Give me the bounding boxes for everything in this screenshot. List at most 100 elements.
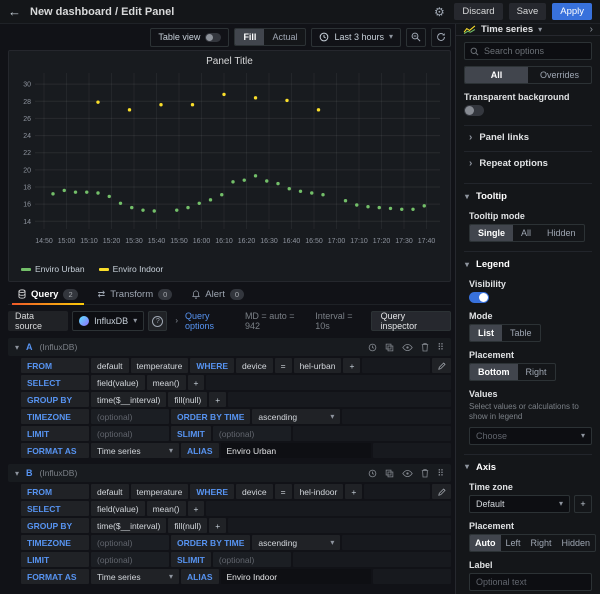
datasource-help-button[interactable]: ? xyxy=(148,311,167,331)
hide-query-icon[interactable] xyxy=(402,470,413,477)
add-part-button[interactable]: + xyxy=(188,501,205,516)
select-ascending[interactable]: ascending▾ xyxy=(252,535,340,550)
option-auto[interactable]: Auto xyxy=(470,535,501,551)
keyword-alias[interactable]: ALIAS xyxy=(181,443,219,458)
save-button[interactable]: Save xyxy=(509,3,547,20)
option-right[interactable]: Right xyxy=(518,364,555,380)
option-actual[interactable]: Actual xyxy=(264,29,305,45)
option-table[interactable]: Table xyxy=(502,325,540,341)
query-history-icon[interactable] xyxy=(368,469,377,478)
optional-input[interactable]: (optional) xyxy=(91,552,169,567)
optional-input[interactable]: (optional) xyxy=(213,552,291,567)
visualization-picker[interactable]: Time series ▾ › xyxy=(456,24,600,36)
legend-item-enviro-urban[interactable]: Enviro Urban xyxy=(21,264,85,274)
apply-button[interactable]: Apply xyxy=(552,3,592,20)
time-range-picker[interactable]: Last 3 hours ▾ xyxy=(311,28,401,47)
value-field-value[interactable]: field(value) xyxy=(91,375,145,390)
tab-all[interactable]: All xyxy=(465,67,528,83)
add-part-button[interactable]: + xyxy=(209,392,226,407)
refresh-button[interactable] xyxy=(431,28,451,47)
value-default[interactable]: default xyxy=(91,484,129,499)
chevron-right-icon[interactable]: › xyxy=(590,24,593,35)
option-bottom[interactable]: Bottom xyxy=(470,364,518,380)
keyword-where[interactable]: WHERE xyxy=(190,484,234,499)
axis-section-header[interactable]: ▾ Axis xyxy=(464,454,592,474)
value-temperature[interactable]: temperature xyxy=(131,484,189,499)
value-time-interval[interactable]: time($__interval) xyxy=(91,392,166,407)
value-field-value[interactable]: field(value) xyxy=(91,501,145,516)
keyword-slimit[interactable]: SLIMIT xyxy=(171,552,211,567)
discard-button[interactable]: Discard xyxy=(454,3,502,20)
value-mean[interactable]: mean() xyxy=(147,501,186,516)
value-hel-urban[interactable]: hel-urban xyxy=(294,358,342,373)
select-time-series[interactable]: Time series▾ xyxy=(91,569,179,584)
optional-input[interactable]: (optional) xyxy=(91,426,169,441)
back-arrow-icon[interactable]: ← xyxy=(8,5,21,18)
option-right[interactable]: Right xyxy=(526,535,557,551)
duplicate-query-icon[interactable] xyxy=(385,343,394,352)
hide-query-icon[interactable] xyxy=(402,344,413,351)
value-part[interactable]: = xyxy=(275,484,292,499)
tab-overrides[interactable]: Overrides xyxy=(528,67,591,83)
select-ascending[interactable]: ascending▾ xyxy=(252,409,340,424)
legend-item-enviro-indoor[interactable]: Enviro Indoor xyxy=(99,264,164,274)
add-part-button[interactable]: + xyxy=(209,518,226,533)
query-history-icon[interactable] xyxy=(368,343,377,352)
optional-input[interactable]: (optional) xyxy=(213,426,291,441)
panel-links-accordion[interactable]: › Panel links xyxy=(464,125,592,148)
keyword-where[interactable]: WHERE xyxy=(190,358,234,373)
edit-query-pencil-icon[interactable] xyxy=(432,358,451,373)
search-options-input[interactable]: Search options xyxy=(464,42,592,60)
table-view-toggle[interactable] xyxy=(205,33,221,42)
edit-query-pencil-icon[interactable] xyxy=(432,484,451,499)
delete-query-icon[interactable] xyxy=(421,342,429,352)
alias-input[interactable]: Enviro Urban xyxy=(221,443,371,458)
delete-query-icon[interactable] xyxy=(421,468,429,478)
keyword-order-by-time[interactable]: ORDER BY TIME xyxy=(171,535,250,550)
tab-alert[interactable]: Alert 0 xyxy=(182,284,254,304)
option-single[interactable]: Single xyxy=(470,225,513,241)
timezone-select[interactable]: Default ▾ xyxy=(469,495,570,513)
legend-values-select[interactable]: Choose ▾ xyxy=(469,427,592,445)
keyword-alias[interactable]: ALIAS xyxy=(181,569,219,584)
value-default[interactable]: default xyxy=(91,358,129,373)
option-all[interactable]: All xyxy=(513,225,539,241)
keyword-slimit[interactable]: SLIMIT xyxy=(171,426,211,441)
value-hel-indoor[interactable]: hel-indoor xyxy=(294,484,344,499)
query-header[interactable]: ▾B(InfluxDB)⠿ xyxy=(8,464,451,482)
repeat-options-accordion[interactable]: › Repeat options xyxy=(464,151,592,174)
panel-title[interactable]: Panel Title xyxy=(13,54,446,69)
option-fill[interactable]: Fill xyxy=(235,29,264,45)
tab-query[interactable]: Query 2 xyxy=(8,284,88,304)
add-part-button[interactable]: + xyxy=(345,484,362,499)
value-temperature[interactable]: temperature xyxy=(131,358,189,373)
option-hidden[interactable]: Hidden xyxy=(557,535,596,551)
legend-visibility-toggle[interactable] xyxy=(469,292,489,303)
axis-label-input[interactable]: Optional text xyxy=(469,573,592,591)
gear-icon[interactable]: ⚙ xyxy=(430,5,448,19)
query-header[interactable]: ▾A(InfluxDB)⠿ xyxy=(8,338,451,356)
query-options-link[interactable]: Query options xyxy=(185,311,238,331)
optional-input[interactable]: (optional) xyxy=(91,535,169,550)
add-part-button[interactable]: + xyxy=(188,375,205,390)
value-time-interval[interactable]: time($__interval) xyxy=(91,518,166,533)
alias-input[interactable]: Enviro Indoor xyxy=(221,569,371,584)
legend-section-header[interactable]: ▾ Legend xyxy=(464,251,592,271)
option-list[interactable]: List xyxy=(470,325,502,341)
option-hidden[interactable]: Hidden xyxy=(539,225,584,241)
value-fill-null[interactable]: fill(null) xyxy=(168,518,207,533)
value-part[interactable]: = xyxy=(275,358,292,373)
drag-handle-icon[interactable]: ⠿ xyxy=(437,343,444,352)
optional-input[interactable]: (optional) xyxy=(91,409,169,424)
tab-transform[interactable]: ⇄ Transform 0 xyxy=(88,284,183,304)
datasource-select[interactable]: InfluxDB ▾ xyxy=(72,311,144,331)
add-part-button[interactable]: + xyxy=(343,358,360,373)
value-fill-null[interactable]: fill(null) xyxy=(168,392,207,407)
zoom-out-button[interactable] xyxy=(406,28,426,47)
tooltip-section-header[interactable]: ▾ Tooltip xyxy=(464,183,592,203)
duplicate-query-icon[interactable] xyxy=(385,469,394,478)
option-left[interactable]: Left xyxy=(501,535,526,551)
value-device[interactable]: device xyxy=(236,358,273,373)
drag-handle-icon[interactable]: ⠿ xyxy=(437,469,444,478)
add-timezone-button[interactable]: + xyxy=(574,495,592,513)
